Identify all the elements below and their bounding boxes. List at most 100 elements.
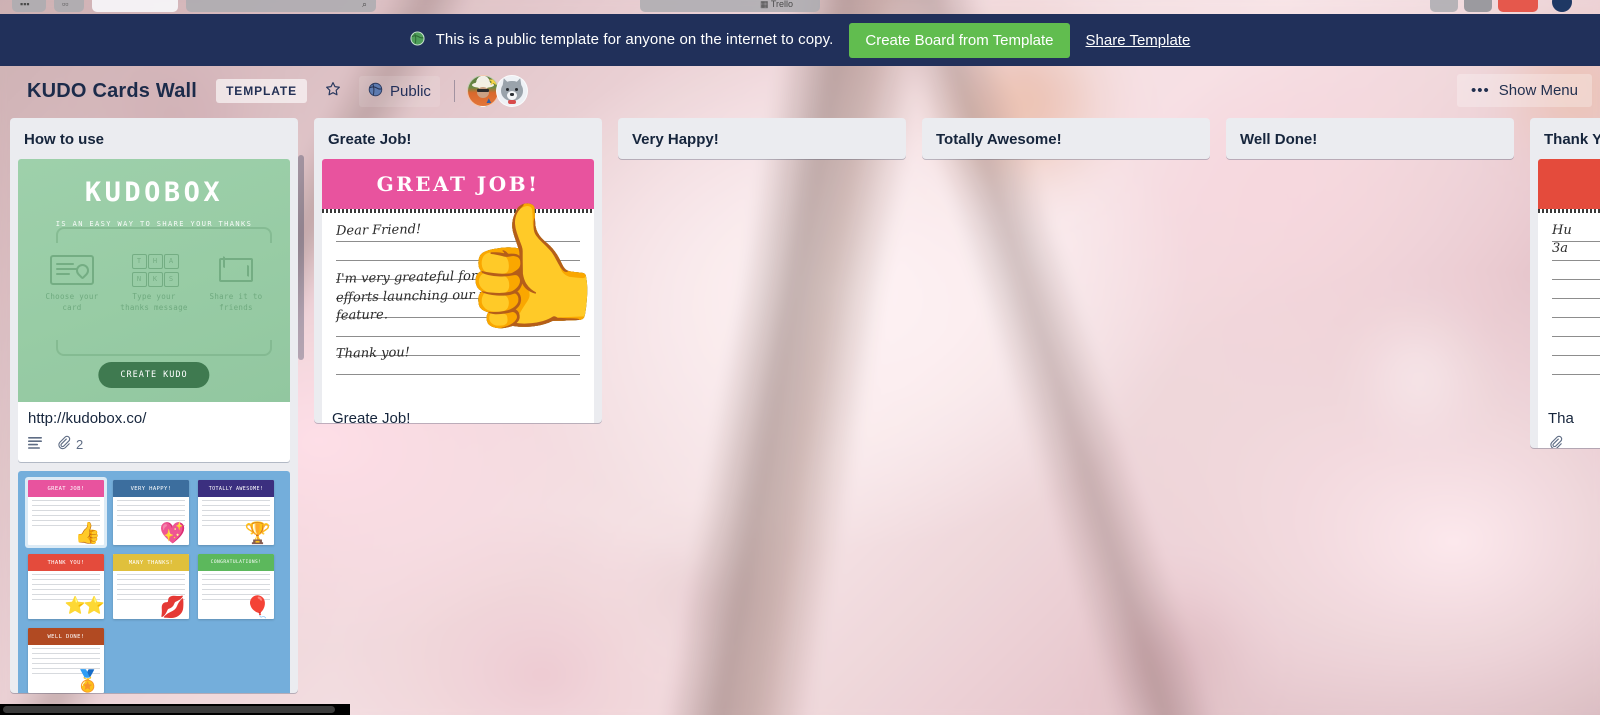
kudobox-step-2: THA NKS Type your thanks message [120,253,188,313]
template-badge[interactable]: TEMPLATE [216,79,308,103]
attachment-icon [1548,435,1563,448]
scrollbar-thumb[interactable] [3,706,335,713]
card-kudobox[interactable]: KUDOBOX IS AN EASY WAY TO SHARE YOUR THA… [18,159,290,462]
gallery-tile-label: GREAT JOB! [47,485,85,492]
avatar-glasses [476,89,489,92]
card-choose-a-card[interactable]: GREAT JOB! 👍 VERY HAPPY! 💖 TOTALLY AWESO… [18,471,290,693]
handwriting-line-2: 3a [1552,241,1569,256]
banner-message-row: This is a public template for anyone on … [410,31,834,50]
show-menu-label: Show Menu [1498,82,1578,99]
heart-icon: 💖 [159,522,186,545]
thumbs-up-icon: 👍 [458,198,594,332]
kudobox-step-1: Choose your card [38,254,106,313]
gallery-tile-label: MANY THANKS! [128,559,174,566]
card-choose-icon [38,254,106,286]
attachment-icon [56,435,71,453]
gallery-tile-many-thanks[interactable]: MANY THANKS! 💋 [113,554,189,619]
member-avatar-photo[interactable]: ▲▲ ★ [466,75,499,107]
browser-button-2[interactable] [54,0,84,12]
list-greate-job: Greate Job! GREAT JOB! Dear Friend! I'm … [314,118,602,423]
gallery-tile-very-happy[interactable]: VERY HAPPY! 💖 [113,480,189,545]
attachment-count: 2 [76,436,84,452]
list-cards: KUDOBOX IS AN EASY WAY TO SHARE YOUR THA… [10,159,298,693]
kiss-icon: 💋 [159,596,186,619]
kudobox-step-2-label: Type your thanks message [120,292,188,312]
globe-icon [368,82,383,101]
attachment-badge [1548,435,1563,448]
thumbs-up-icon: 👍 [74,522,101,545]
handwriting-line-1: Hu [1552,223,1572,238]
kudobox-brace-bottom [56,340,272,356]
card-title: http://kudobox.co/ [28,410,147,427]
card-badges [1538,429,1600,448]
gallery-tile-congratulations[interactable]: CONGRATULATIONS! 🎈 [198,554,274,619]
list-title[interactable]: Thank You! [1544,131,1600,148]
browser-profile-avatar[interactable] [1552,0,1572,12]
gallery-tile-totally-awesome[interactable]: TOTALLY AWESOME! 🏆 [198,480,274,545]
globe-icon [410,30,425,50]
stars-icon: ⭐⭐ [64,596,104,615]
wolf-eye-left [505,88,509,91]
gallery-tile-label: VERY HAPPY! [130,485,172,492]
board-horizontal-scrollbar[interactable] [0,701,1600,715]
kudobox-logo: KUDOBOX [84,177,224,208]
thank-you-body: Hu 3a [1538,213,1600,375]
list-header: Very Happy! [618,118,906,159]
gallery-tile-well-done[interactable]: WELL DONE! 🏅 [28,628,104,693]
gallery-row-2: THANK YOU! ⭐⭐ MANY THANKS! 💋 CONGRATULAT… [28,554,280,619]
browser-button-record[interactable] [1498,0,1538,12]
browser-button-share[interactable] [1430,0,1458,12]
list-header: How to use [10,118,298,159]
public-template-banner: This is a public template for anyone on … [0,14,1600,66]
list-totally-awesome: Totally Awesome! [922,118,1210,159]
browser-tab-active[interactable] [92,0,178,12]
list-very-happy: Very Happy! [618,118,906,159]
trophy-icon: 🏆 [244,522,271,545]
kudobox-step-1-label: Choose your card [45,292,99,312]
card-cover-great-job: GREAT JOB! Dear Friend! I'm very greatef… [322,159,594,402]
gallery-tile-label: TOTALLY AWESOME! [208,485,264,492]
list-title[interactable]: Very Happy! [632,131,892,148]
card-cover-thank-you: Hu 3a [1538,159,1600,402]
card-thank-you[interactable]: Hu 3a Tha [1538,159,1600,448]
member-avatar-wolf[interactable] [495,75,528,107]
list-cards: GREAT JOB! Dear Friend! I'm very greatef… [314,159,602,423]
card-title: Tha [1548,410,1574,427]
kudobox-step-3-label: Share it to friends [209,292,263,312]
list-header: Well Done! [1226,118,1514,159]
gallery-tile-thank-you[interactable]: THANK YOU! ⭐⭐ [28,554,104,619]
card-greate-job[interactable]: GREAT JOB! Dear Friend! I'm very greatef… [322,159,594,423]
list-scrollbar[interactable] [298,155,304,360]
columns-icon: ▫▫ [62,0,69,9]
card-badges: 2 [18,429,290,462]
medal-icon: 🏅 [74,670,101,693]
board-title[interactable]: KUDO Cards Wall [22,77,202,106]
gallery-tile-great-job[interactable]: GREAT JOB! 👍 [28,480,104,545]
list-title[interactable]: How to use [24,131,284,148]
list-thank-you: Thank You! Hu 3a Tha [1530,118,1600,448]
gallery-tile-label: CONGRATULATIONS! [210,560,262,565]
browser-button-refresh[interactable] [1464,0,1492,12]
create-board-from-template-button[interactable]: Create Board from Template [849,22,1070,58]
card-cover-kudobox: KUDOBOX IS AN EASY WAY TO SHARE YOUR THA… [18,159,290,402]
kudobox-step-3: Share it to friends [202,254,270,313]
browser-address-bar[interactable] [186,0,376,12]
list-title[interactable]: Well Done! [1240,131,1500,148]
list-well-done: Well Done! [1226,118,1514,159]
list-header: Thank You! [1530,118,1600,159]
create-kudo-button[interactable]: CREATE KUDO [98,362,210,388]
star-board-button[interactable] [315,74,351,108]
show-menu-button[interactable]: ••• Show Menu [1457,74,1592,107]
banner-message-text: This is a public template for anyone on … [435,30,834,48]
handwriting-line-5: Thank you! [335,345,411,362]
thank-you-header [1538,159,1600,209]
search-icon: ⌕ [362,0,368,9]
grid-icon: ▪▪▪ [20,0,30,9]
wolf-eye-right [514,88,518,91]
browser-toolbar: ▪▪▪ ▫▫ ⌕ ▦ Trello [0,0,1600,14]
board-visibility-button[interactable]: Public [359,75,440,107]
share-template-link[interactable]: Share Template [1086,32,1191,49]
list-cards: Hu 3a Tha [1530,159,1600,448]
list-title[interactable]: Greate Job! [328,131,588,148]
list-title[interactable]: Totally Awesome! [936,131,1196,148]
